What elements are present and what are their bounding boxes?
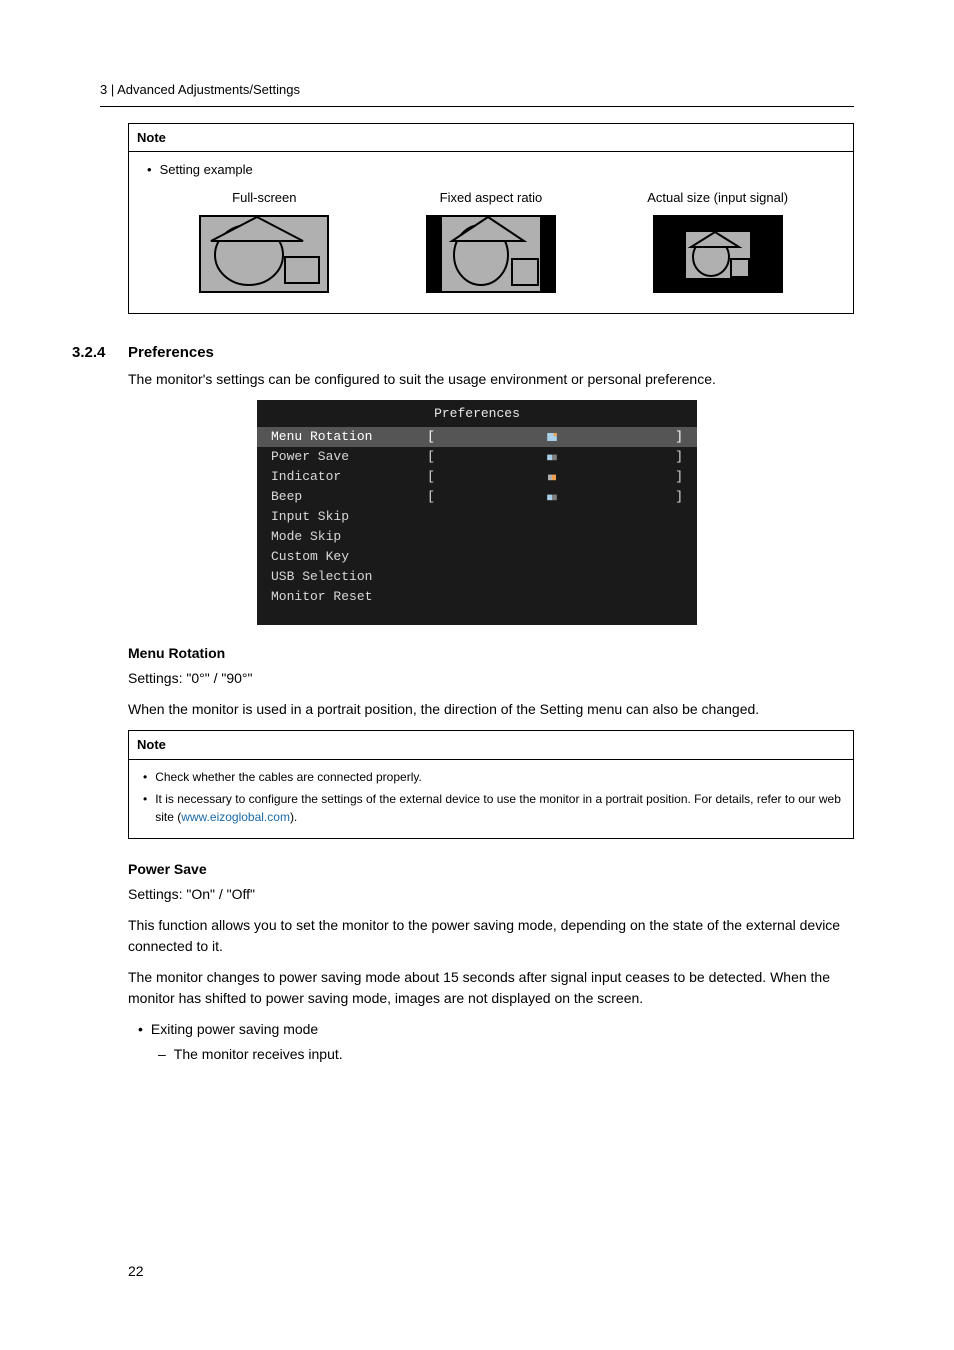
example-fullscreen-icon (199, 215, 329, 293)
osd-row: Power Save[] (257, 447, 697, 467)
bullet-icon: • (147, 160, 152, 180)
section-intro: The monitor's settings can be configured… (128, 369, 854, 390)
osd-row: Input Skip (257, 507, 697, 527)
section-title: Preferences (128, 342, 214, 365)
section-heading: 3.2.4 Preferences (100, 342, 854, 365)
note-bullet: • Setting example (147, 160, 841, 180)
example-label-fixed-aspect: Fixed aspect ratio (440, 188, 543, 208)
power-save-list-item: • Exiting power saving mode (138, 1019, 854, 1040)
osd-row: USB Selection (257, 567, 697, 587)
osd-row: Menu Rotation[] (257, 427, 697, 447)
section-number: 3.2.4 (72, 342, 128, 365)
power-save-settings: Settings: "On" / "Off" (128, 884, 854, 905)
osd-row: Monitor Reset (257, 587, 697, 607)
page-number: 22 (128, 1261, 144, 1282)
power-save-p1: This function allows you to set the moni… (128, 915, 854, 957)
eizo-link[interactable]: www.eizoglobal.com (181, 810, 290, 824)
osd-title: Preferences (257, 400, 697, 428)
osd-row: Custom Key (257, 547, 697, 567)
osd-row: Beep[] (257, 487, 697, 507)
power-save-heading: Power Save (128, 859, 854, 880)
power-save-p2: The monitor changes to power saving mode… (128, 967, 854, 1009)
bullet-icon: • (143, 790, 147, 808)
note-box-setting-example: Note • Setting example Full-screen Fixed… (128, 123, 854, 315)
note-bullet-text: Setting example (160, 160, 253, 180)
menu-rotation-desc: When the monitor is used in a portrait p… (128, 699, 854, 720)
note2-item-2: It is necessary to configure the setting… (155, 790, 843, 826)
example-fixed-aspect-icon (426, 215, 556, 293)
menu-rotation-settings: Settings: "0°" / "90°" (128, 668, 854, 689)
osd-row: Indicator[] (257, 467, 697, 487)
osd-row: Mode Skip (257, 527, 697, 547)
example-label-actual-size: Actual size (input signal) (647, 188, 788, 208)
bullet-icon: • (143, 768, 147, 786)
dash-icon: – (158, 1044, 166, 1065)
osd-preferences-screenshot: Preferences Menu Rotation[]Power Save[]I… (257, 400, 697, 626)
menu-rotation-heading: Menu Rotation (128, 643, 854, 664)
note2-item-1: Check whether the cables are connected p… (155, 768, 422, 786)
note-box-rotation: Note • Check whether the cables are conn… (128, 730, 854, 839)
bullet-icon: • (138, 1019, 143, 1040)
page-header: 3 | Advanced Adjustments/Settings (100, 80, 854, 107)
power-save-sublist-item: – The monitor receives input. (158, 1044, 854, 1065)
note-title: Note (129, 124, 853, 153)
example-actual-size-icon (653, 215, 783, 293)
note2-title: Note (129, 731, 853, 760)
example-label-fullscreen: Full-screen (232, 188, 296, 208)
